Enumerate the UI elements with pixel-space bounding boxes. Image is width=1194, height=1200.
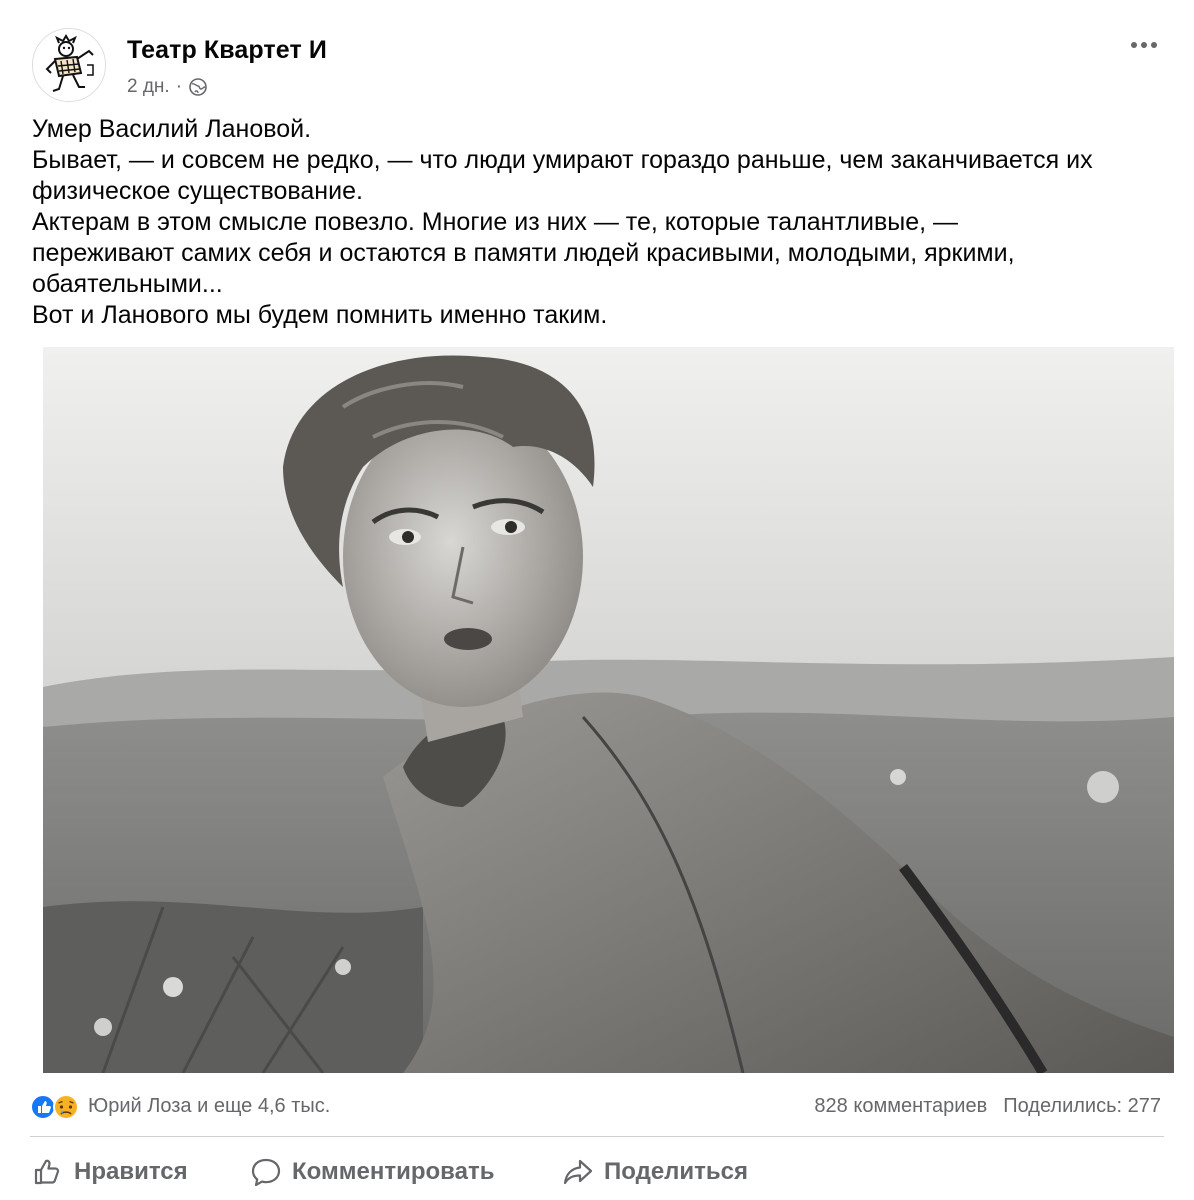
post-text-line: Умер Василий Лановой. (32, 115, 312, 143)
reactions-summary: Юрий Лоза и еще 4,6 тыс. 828 комментарие… (30, 1093, 1164, 1121)
more-options-icon[interactable] (1124, 30, 1164, 60)
shares-count[interactable]: Поделились: 277 (1003, 1095, 1161, 1118)
actions-divider (30, 1136, 1164, 1137)
post-text: Умер Василий Лановой. Бывает, — и совсем… (32, 114, 1172, 331)
comment-button[interactable]: Комментировать (250, 1150, 494, 1194)
post-text-line: переживают самих себя и остаются в памят… (32, 239, 1015, 267)
engagement-counts: 828 комментариев Поделились: 277 (814, 1095, 1161, 1118)
post-meta: 2 дн. · (127, 76, 208, 98)
like-button[interactable]: Нравится (32, 1150, 188, 1194)
post-timestamp[interactable]: 2 дн. (127, 76, 170, 98)
share-arrow-icon (563, 1159, 593, 1185)
like-reaction-icon (30, 1094, 56, 1120)
comment-bubble-icon (251, 1158, 281, 1187)
comment-button-label: Комментировать (292, 1158, 495, 1185)
meta-separator: · (175, 76, 183, 97)
post-text-line: обаятельными... (32, 270, 223, 298)
share-button[interactable]: Поделиться (562, 1150, 748, 1194)
reaction-icons[interactable] (30, 1093, 82, 1121)
reaction-names[interactable]: Юрий Лоза и еще 4,6 тыс. (88, 1095, 330, 1118)
portrait-photo-image (43, 347, 1174, 1073)
post-text-line: физическое существование. (32, 177, 363, 205)
page-logo-icon (33, 29, 105, 101)
post-text-line: Бывает, — и совсем не редко, — что люди … (32, 146, 1093, 174)
like-button-label: Нравится (74, 1158, 188, 1185)
share-button-label: Поделиться (604, 1158, 749, 1185)
post-actions: Нравится Комментировать Поделиться (30, 1150, 1164, 1194)
comments-count[interactable]: 828 комментариев (814, 1095, 987, 1118)
thumbs-up-icon (34, 1159, 60, 1185)
globe-icon[interactable] (188, 77, 208, 97)
post-card: Театр Квартет И 2 дн. · Умер Василий Лан… (0, 0, 1194, 1200)
page-avatar[interactable] (32, 28, 106, 102)
post-photo[interactable] (43, 347, 1174, 1073)
post-text-line: Вот и Ланового мы будем помнить именно т… (32, 301, 608, 329)
page-name-link[interactable]: Театр Квартет И (127, 36, 327, 65)
post-text-line: Актерам в этом смысле повезло. Многие из… (32, 208, 958, 236)
sad-reaction-icon (53, 1094, 79, 1120)
